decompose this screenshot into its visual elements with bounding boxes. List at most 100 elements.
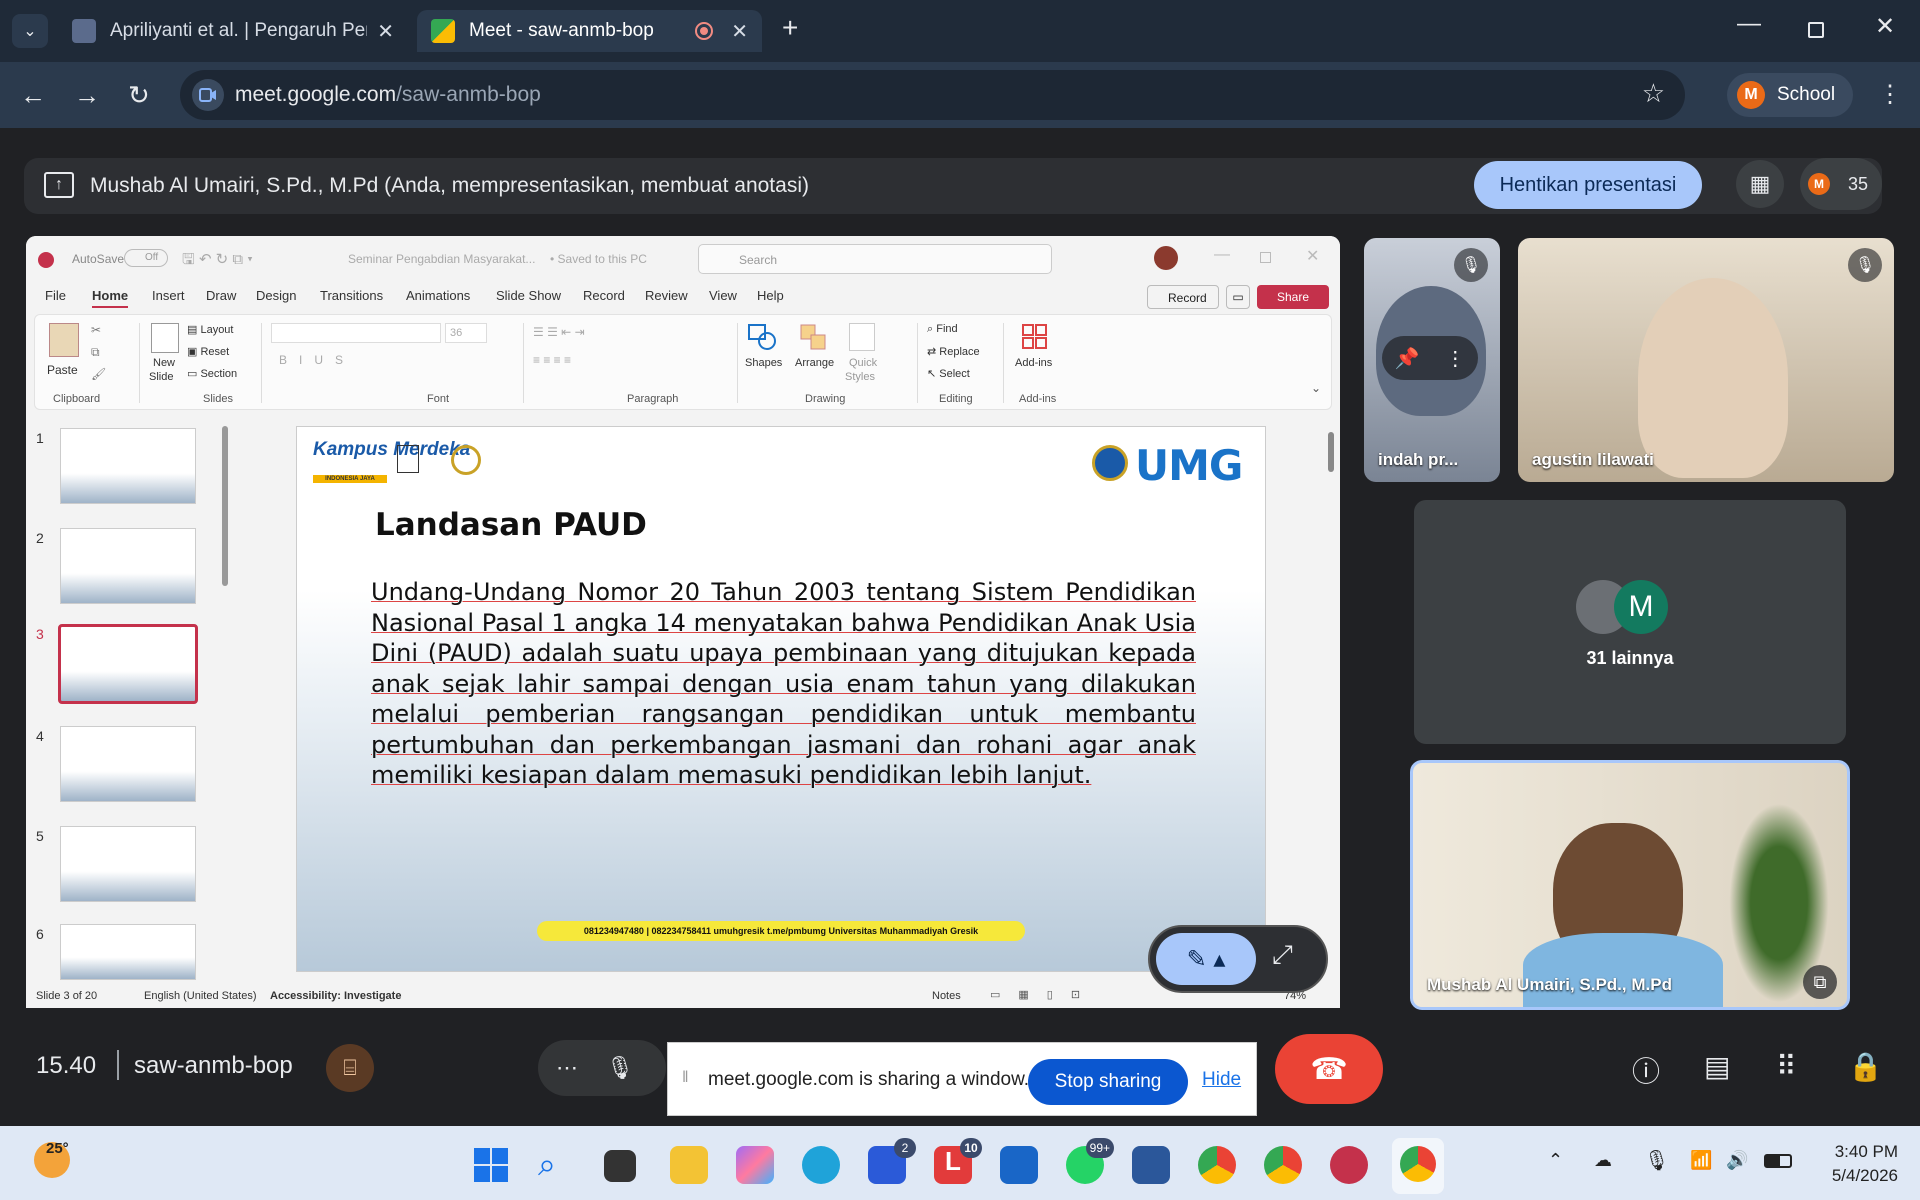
layout-button[interactable]: ▤ Layout xyxy=(187,323,233,336)
slide-thumbnail-1[interactable] xyxy=(60,428,196,504)
edge-icon[interactable] xyxy=(802,1146,840,1184)
replace-button[interactable]: ⇄ Replace xyxy=(927,345,980,358)
select-button[interactable]: ↖ Select xyxy=(927,367,970,380)
taskbar-mic-icon[interactable]: 🎙 xyxy=(1644,1148,1669,1173)
slide-thumbnail-6[interactable] xyxy=(60,924,196,980)
slide-thumbnail-3[interactable] xyxy=(58,624,198,704)
back-icon[interactable]: ← xyxy=(20,80,46,111)
meeting-info-icon[interactable]: ⓘ xyxy=(1632,1050,1660,1090)
site-info-icon[interactable] xyxy=(192,79,224,111)
tab-file[interactable]: File xyxy=(45,288,66,303)
clock-time[interactable]: 3:40 PM xyxy=(1810,1142,1898,1162)
outlook-icon[interactable] xyxy=(1000,1146,1038,1184)
slide-thumbnail-4[interactable] xyxy=(60,726,196,802)
others-tile[interactable]: M 31 lainnya xyxy=(1414,500,1846,744)
tab-review[interactable]: Review xyxy=(645,288,688,303)
tab-search-chevron-icon[interactable]: ⌄ xyxy=(12,14,48,48)
find-button[interactable]: ⌕ Find xyxy=(927,323,958,336)
quick-styles-label-2[interactable]: Styles xyxy=(845,371,875,383)
profile-button[interactable]: M School xyxy=(1727,73,1853,117)
minimize-icon[interactable]: — xyxy=(1737,10,1761,38)
copy-icon[interactable]: ⧉ xyxy=(91,345,100,360)
drag-handle-icon[interactable]: ‖ xyxy=(682,1069,689,1087)
close-tab-icon[interactable]: ✕ xyxy=(731,19,748,44)
host-controls-icon[interactable]: 🔒 xyxy=(1848,1050,1883,1083)
stop-sharing-button[interactable]: Stop sharing xyxy=(1028,1059,1188,1105)
accessibility-status[interactable]: Accessibility: Investigate xyxy=(270,990,401,1002)
tab-record[interactable]: Record xyxy=(583,288,625,303)
forward-icon[interactable]: → xyxy=(74,80,100,111)
reload-icon[interactable]: ↻ xyxy=(128,80,150,111)
new-slide-label-2[interactable]: Slide xyxy=(149,371,173,383)
file-explorer-icon[interactable] xyxy=(670,1146,708,1184)
crop-icon[interactable]: ⧉ xyxy=(1803,965,1837,999)
tab-help[interactable]: Help xyxy=(757,288,784,303)
font-family-select[interactable] xyxy=(271,323,441,343)
paste-label[interactable]: Paste xyxy=(47,363,78,377)
show-hidden-icons[interactable]: ⌃ xyxy=(1548,1150,1563,1171)
tab-animations[interactable]: Animations xyxy=(406,288,470,303)
volume-icon[interactable]: 🔊 xyxy=(1726,1150,1748,1171)
arrange-label[interactable]: Arrange xyxy=(795,357,834,369)
autosave-toggle[interactable]: Off xyxy=(124,249,168,267)
new-tab-icon[interactable]: + xyxy=(782,12,798,44)
onedrive-icon[interactable]: ☁ xyxy=(1594,1150,1612,1171)
clock-date[interactable]: 5/4/2026 xyxy=(1810,1166,1898,1186)
whatsapp-icon[interactable]: 99+ xyxy=(1066,1138,1114,1184)
lark-icon[interactable]: L 10 xyxy=(934,1138,982,1184)
user-avatar[interactable] xyxy=(1154,246,1178,270)
address-bar[interactable]: meet.google.com/saw-anmb-bop ☆ xyxy=(180,70,1685,120)
ppt-close-icon[interactable]: ✕ xyxy=(1306,246,1319,266)
quick-styles-icon[interactable] xyxy=(849,323,875,351)
chat-icon[interactable]: ▤ xyxy=(1704,1050,1730,1083)
share-button[interactable]: Share xyxy=(1257,285,1329,309)
record-button[interactable]: Record xyxy=(1147,285,1219,309)
slide-canvas[interactable]: Kampus Merdeka INDONESIA JAYA UMG Landas… xyxy=(296,426,1266,972)
tab-transitions[interactable]: Transitions xyxy=(320,288,383,303)
layout-off-icon[interactable]: ▦ xyxy=(1736,160,1784,208)
font-format-icons[interactable]: BIUS xyxy=(279,353,355,367)
slide-thumbnail-5[interactable] xyxy=(60,826,196,902)
more-options-icon[interactable]: ⋮ xyxy=(1445,346,1465,371)
bookmark-star-icon[interactable]: ☆ xyxy=(1642,78,1665,109)
tab-draw[interactable]: Draw xyxy=(206,288,236,303)
restore-icon[interactable] xyxy=(1808,22,1824,38)
ppt-search-box[interactable]: Search xyxy=(698,244,1052,274)
quick-access-icons[interactable]: 🖫 ↶ ↻ ⧉ ▾ xyxy=(182,249,253,274)
chrome-profile-1-icon[interactable] xyxy=(1198,1146,1236,1184)
format-painter-icon[interactable]: 🖌 xyxy=(91,367,106,381)
chrome-profile-2-icon[interactable] xyxy=(1264,1146,1302,1184)
activities-icon[interactable]: ⠿ xyxy=(1776,1050,1797,1083)
tab-home[interactable]: Home xyxy=(92,288,129,308)
ppt-minimize-icon[interactable]: — xyxy=(1214,246,1230,264)
thumbnail-scrollbar[interactable] xyxy=(222,426,228,586)
tab-insert[interactable]: Insert xyxy=(152,288,185,303)
tab-slide-show[interactable]: Slide Show xyxy=(496,288,561,303)
arrange-icon[interactable] xyxy=(799,323,827,351)
slide-title[interactable]: Landasan PAUD xyxy=(375,507,647,543)
quick-styles-label[interactable]: Quick xyxy=(849,357,877,369)
battery-icon[interactable] xyxy=(1764,1154,1792,1168)
store-icon[interactable]: 2 xyxy=(868,1138,916,1184)
participant-tile-agustin[interactable]: 🎙 agustin lilawati xyxy=(1518,238,1894,482)
tab-design[interactable]: Design xyxy=(256,288,296,303)
self-video-tile[interactable]: Mushab Al Umairi, S.Pd., M.Pd ⧉ xyxy=(1410,760,1850,1010)
stop-presenting-button[interactable]: Hentikan presentasi xyxy=(1474,161,1702,209)
font-size-select[interactable]: 36 xyxy=(445,323,487,343)
word-icon[interactable] xyxy=(1132,1146,1170,1184)
hide-notice-link[interactable]: Hide xyxy=(1202,1069,1241,1091)
shapes-label[interactable]: Shapes xyxy=(745,357,782,369)
view-mode-icons[interactable]: ▭▦▯⊡ xyxy=(990,988,1098,1001)
more-options-button[interactable]: ⋯ 🎙 xyxy=(538,1040,666,1096)
chrome-menu-icon[interactable]: ⋮ xyxy=(1878,80,1902,109)
new-slide-label[interactable]: New xyxy=(153,357,175,369)
leave-call-button[interactable]: ☎ xyxy=(1275,1034,1383,1104)
pin-overlay[interactable]: 📌 ⋮ xyxy=(1382,336,1478,380)
companion-icon[interactable]: ⌸ xyxy=(326,1044,374,1092)
search-icon[interactable]: ⌕ xyxy=(538,1146,576,1184)
powerpoint-taskbar-icon[interactable] xyxy=(1330,1146,1368,1184)
participant-tile-indah[interactable]: 🎙 📌 ⋮ indah pr... xyxy=(1364,238,1500,482)
add-ins-label[interactable]: Add-ins xyxy=(1015,357,1052,369)
ppt-restore-icon[interactable] xyxy=(1260,252,1271,263)
collapse-ribbon-icon[interactable]: ⌄ xyxy=(1311,381,1321,395)
